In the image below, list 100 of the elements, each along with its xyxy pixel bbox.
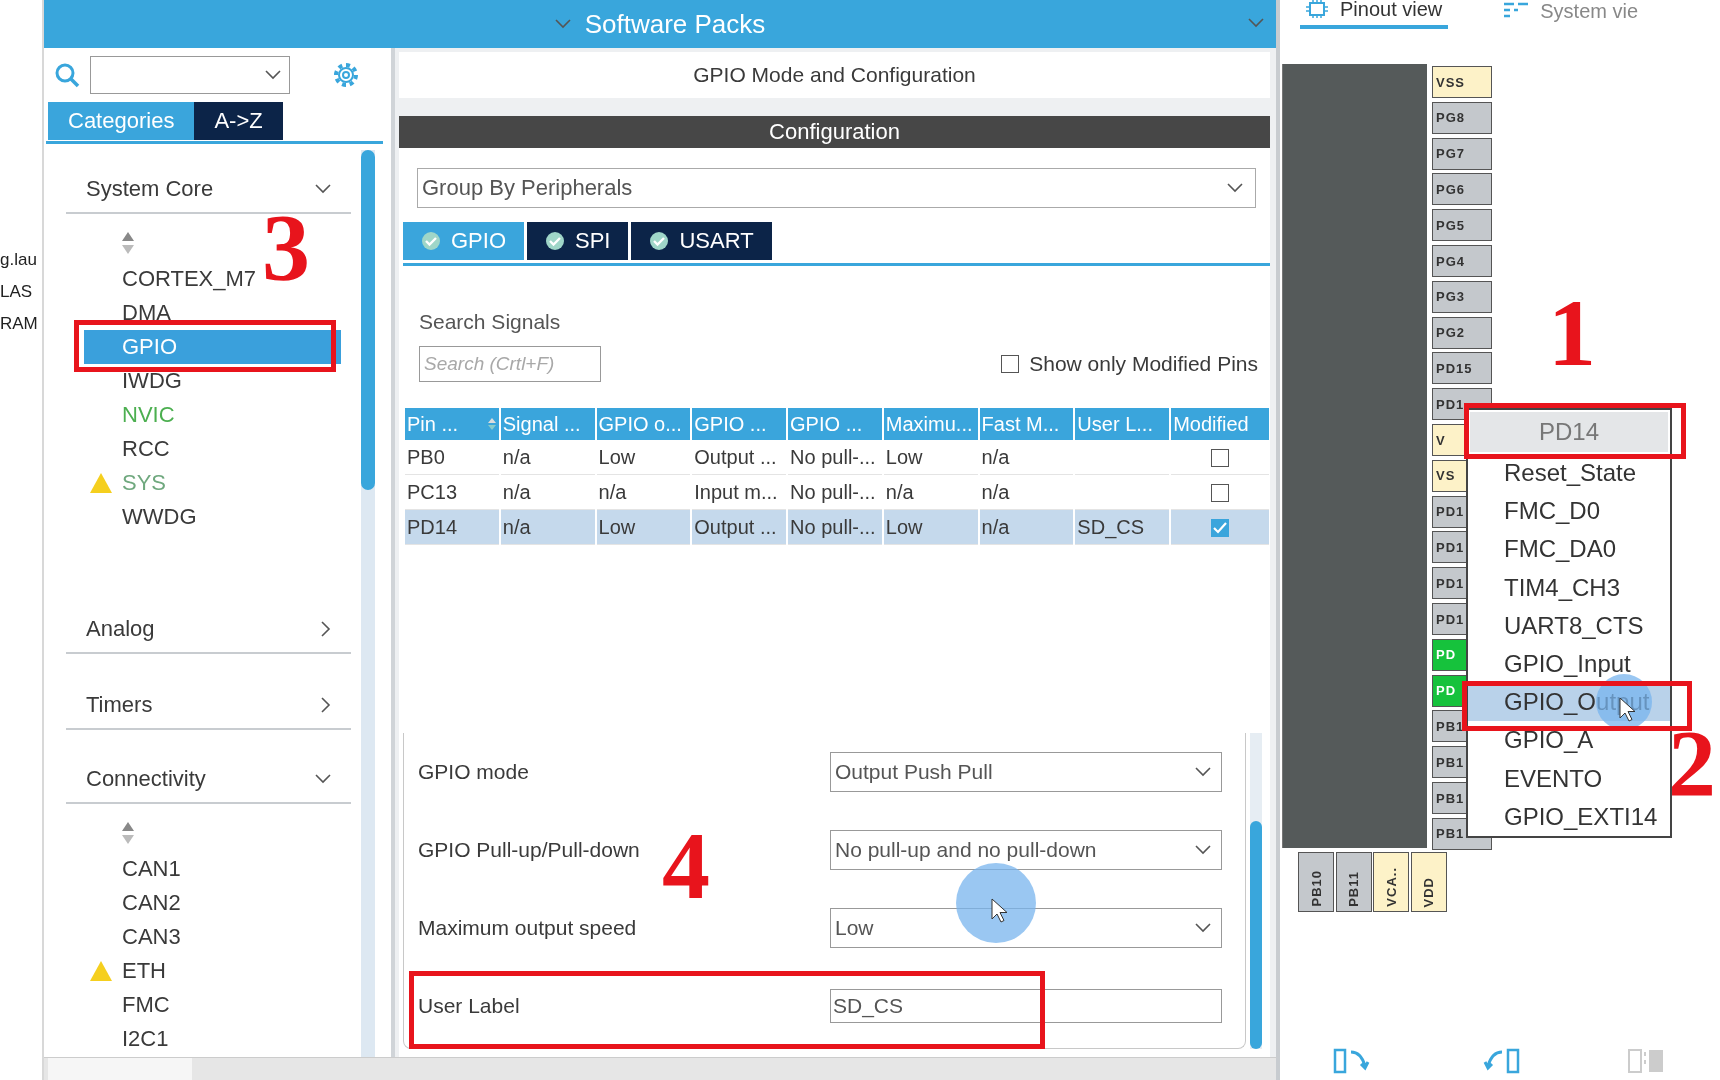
view-tab[interactable]: A->Z [194,102,283,140]
table-cell: n/a [981,445,1010,468]
scrollbar-thumb[interactable] [361,150,375,490]
table-cell: No pull-... [790,445,876,468]
pin[interactable]: VCA.. [1373,852,1409,912]
category-title: System Core [86,176,214,202]
setting-dropdown[interactable]: Low [830,908,1222,948]
menu-title: PD14 [1470,412,1668,452]
setting-dropdown[interactable]: Output Push Pull [830,752,1222,792]
table-cell: Input m... [694,480,778,503]
table-cell: SD_CS [1077,515,1145,538]
scrollbar-thumb[interactable] [1250,821,1262,1049]
table-cell: n/a [598,480,627,503]
settings-icon[interactable] [331,60,361,90]
pin[interactable]: VSS [1432,66,1492,98]
pin[interactable]: PG6 [1432,173,1492,206]
chevron-right-icon [321,697,331,713]
table-cell: n/a [981,515,1010,538]
view-tab[interactable]: System vie [1498,0,1645,27]
label-field[interactable]: SD_CS [830,989,1222,1023]
section-bar: Configuration [399,116,1270,148]
chip-icon [1306,0,1328,18]
table-cell: n/a [502,445,531,468]
checkbox[interactable] [1211,519,1230,538]
pin[interactable]: PG7 [1432,137,1492,170]
table-cell: No pull-... [790,480,876,503]
table-cell: No pull-... [790,515,876,538]
pin[interactable]: PG4 [1432,245,1492,277]
category-item[interactable]: WWDG [84,500,341,534]
checkbox-label: Show only Modified Pins [1029,352,1258,376]
category-header[interactable]: Analog [66,606,351,654]
header-title: Software Packs [584,8,766,40]
category-header[interactable]: Timers [66,682,351,730]
peripheral-tab[interactable]: USART [631,222,772,260]
view-tab[interactable]: Pinout view [1300,0,1449,29]
pin[interactable]: PG8 [1432,101,1492,134]
chevron-down-icon [1195,923,1211,933]
search-field[interactable]: Search (Crtl+F) [419,346,601,382]
panel-title: GPIO Mode and Configuration [399,52,1270,98]
category-title: Timers [86,692,153,718]
tree-view-icon [1504,2,1529,20]
table-cell: Low [598,515,636,538]
step-number: 1 [1548,285,1596,381]
checkbox[interactable] [1211,484,1230,503]
scroll-arrows-icon[interactable] [120,231,135,255]
pin[interactable]: PB10 [1298,852,1334,912]
chevron-down-icon [315,774,331,784]
pin[interactable]: PB11 [1335,852,1372,912]
category-item[interactable]: CAN2 [84,886,341,920]
warning-icon [90,961,112,981]
category-header[interactable]: Connectivity [66,756,351,804]
setting-dropdown[interactable]: No pull-up and no pull-down [830,830,1222,870]
table-cell: Low [598,445,636,468]
pin[interactable]: VDD [1410,852,1447,912]
setting-label: User Label [418,994,521,1018]
table-cell: Output ... [694,515,777,538]
warning-icon [90,473,112,493]
window-text: g.lau [0,250,38,270]
category-header[interactable]: System Core [66,166,351,214]
category-title: Connectivity [86,766,206,792]
category-item[interactable]: CAN3 [84,920,341,954]
pin[interactable]: PG3 [1432,280,1492,313]
peripheral-tab[interactable]: SPI [527,222,629,260]
table-cell: n/a [885,480,914,503]
search-combo[interactable] [90,56,290,94]
chevron-right-icon [321,621,331,637]
scroll-arrows-icon[interactable] [120,821,135,845]
table-cell: n/a [502,480,531,503]
step-number: 2 [1668,716,1716,812]
category-item[interactable]: IWDG [84,364,341,398]
table-cell: n/a [981,480,1010,503]
chevron-down-icon [1227,183,1243,193]
category-item[interactable]: RCC [84,432,341,466]
setting-label: GPIO mode [418,760,530,784]
sort-icon [486,417,497,431]
pin[interactable]: PG5 [1432,209,1492,242]
table-cell: PD14 [407,515,458,538]
category-item[interactable]: DMA [84,296,341,330]
table-cell: Low [885,515,923,538]
category-item[interactable]: FMC [84,988,341,1022]
chevron-down-icon [1248,18,1264,28]
group-dropdown[interactable]: Group By Peripherals [417,168,1256,208]
category-item[interactable]: CAN1 [84,852,341,886]
pin[interactable]: PD15 [1432,352,1492,385]
setting-label: Maximum output speed [418,916,638,940]
window-text: RAM [0,314,39,334]
pin[interactable]: PG2 [1432,316,1492,349]
checkbox[interactable] [1001,355,1020,373]
check-circle-icon [545,231,565,251]
search-icon[interactable] [54,62,80,88]
table-cell: Output ... [694,445,777,468]
search-label: Search Signals [419,310,562,334]
table-cell: PB0 [407,445,445,468]
chevron-down-icon [315,184,331,194]
checkbox[interactable] [1211,449,1230,468]
chevron-down-icon [554,19,571,29]
table-cell: Low [885,445,923,468]
step-number: 4 [662,818,710,914]
category-item[interactable]: I2C1 [84,1022,341,1056]
category-item[interactable]: ETH [84,954,341,988]
